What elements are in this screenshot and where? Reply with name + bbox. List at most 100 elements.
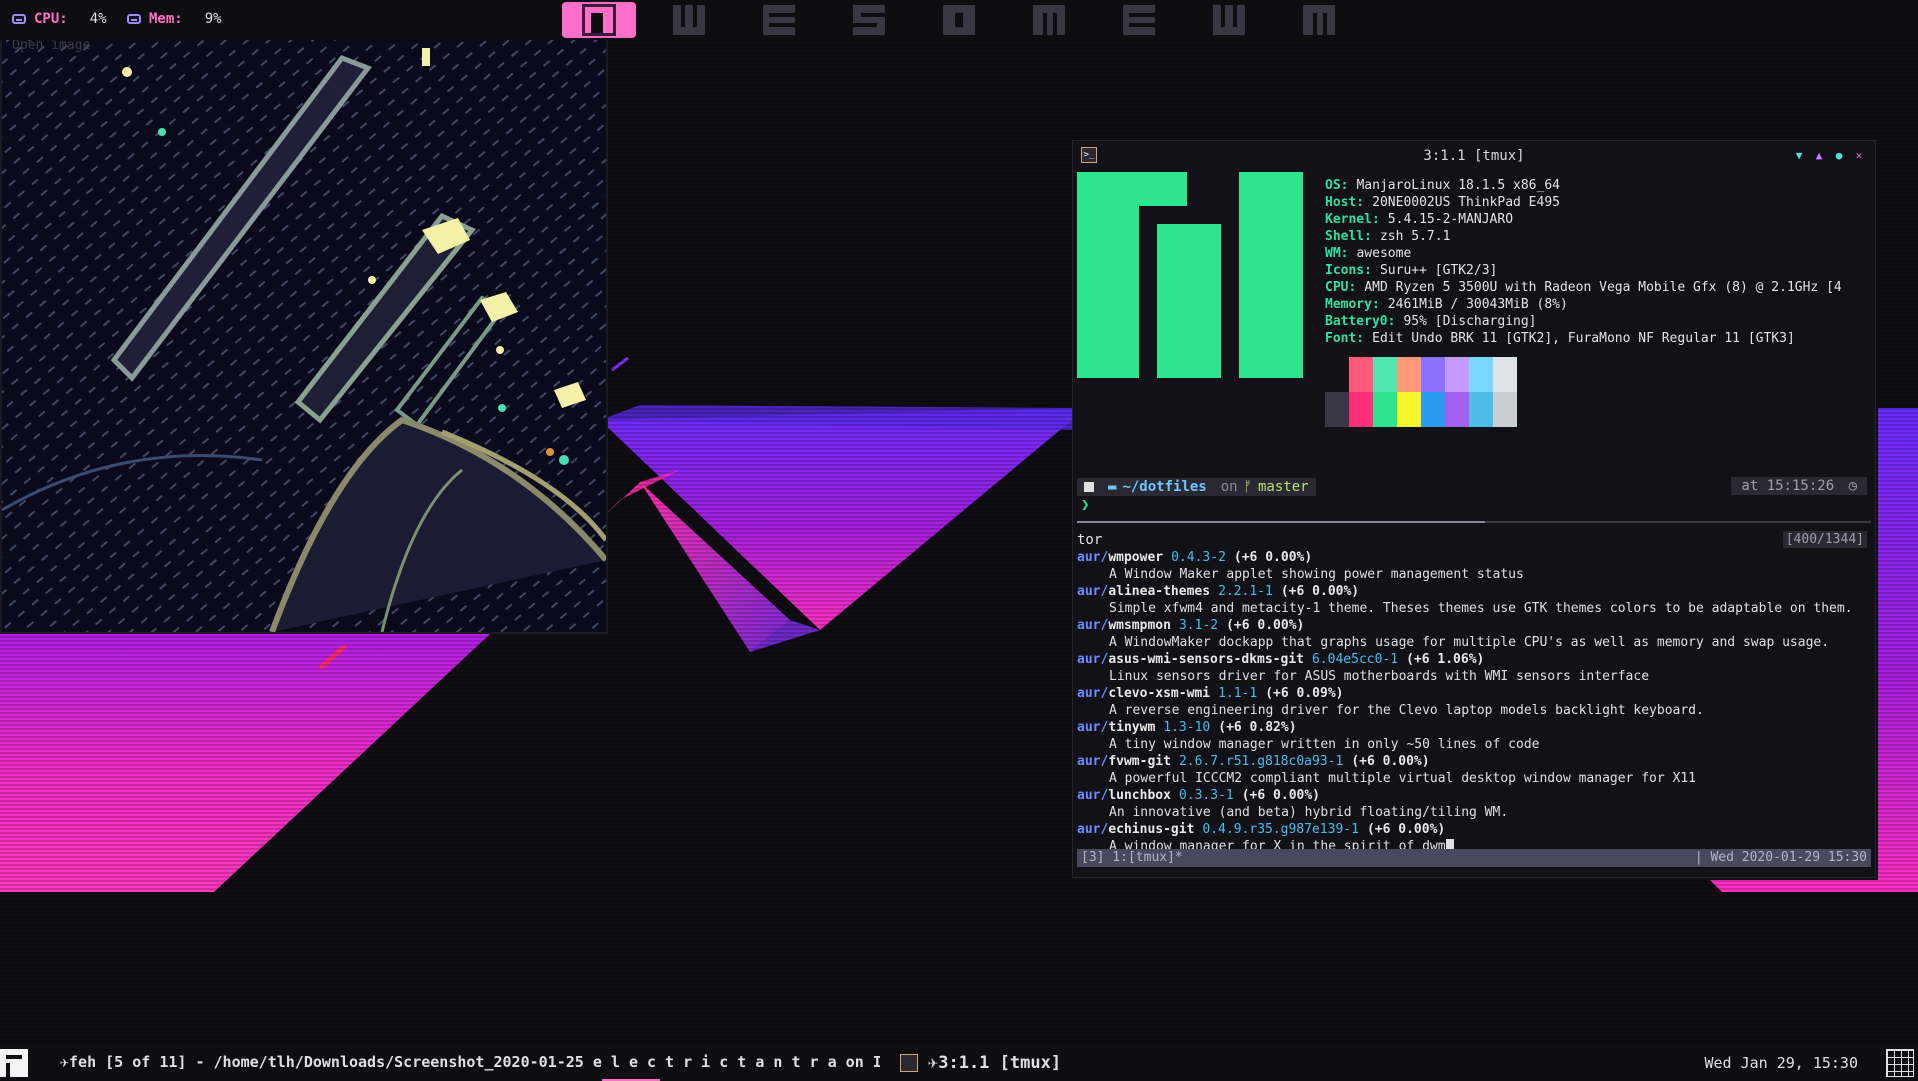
package-description: A WindowMaker dockapp that graphs usage … [1077, 634, 1867, 651]
tag-2[interactable] [652, 2, 726, 38]
tag-9[interactable] [1282, 2, 1356, 38]
minimize-icon[interactable]: ▼ [1793, 149, 1805, 162]
package-name: clevo-xsm-wmi [1108, 686, 1211, 701]
separator-progress [1077, 521, 1485, 523]
maximize-icon[interactable]: ▲ [1813, 149, 1825, 162]
package-name: tinywm [1108, 720, 1156, 735]
sysinfo-line: Icons: Suru++ [GTK2/3] [1325, 262, 1497, 279]
tag-1[interactable] [562, 2, 636, 38]
sysinfo-value: 95% [Discharging] [1403, 314, 1537, 329]
sysinfo-line: CPU: AMD Ryzen 5 3500U with Radeon Vega M… [1325, 279, 1842, 296]
prompt-on: on [1220, 479, 1238, 495]
prompt-dir-segment: ▬ ~/dotfiles [1101, 478, 1214, 496]
memory-widget[interactable]: Mem: 9% [127, 11, 222, 27]
package-votes: (+6 0.82%) [1218, 720, 1297, 735]
package-votes: (+6 0.00%) [1351, 754, 1430, 769]
tag-glyph-icon [582, 4, 616, 36]
launcher-icon[interactable] [0, 1049, 28, 1077]
taskbar-item-feh[interactable]: ✈feh [5 of 11] - /home/tlh/Downloads/Scr… [60, 1053, 880, 1071]
terminal-titlebar[interactable]: >_ 3:1.1 [tmux] ▼ ▲ ● ✕ [1073, 141, 1875, 171]
prompt-dir: ~/dotfiles [1122, 479, 1207, 495]
package-entry[interactable]: aur/alinea-themes 2.2.1-1 (+6 0.00%) [1077, 583, 1867, 600]
shell-prompt: ▬ ~/dotfiles on ᚠ master [1077, 477, 1316, 497]
palette-swatch [1493, 357, 1517, 392]
sysinfo-line: OS: ManjaroLinux 18.1.5 x86_64 [1325, 177, 1560, 194]
package-repo: aur/ [1077, 754, 1109, 769]
package-entry[interactable]: aur/wmsmpmon 3.1-2 (+6 0.00%) [1077, 617, 1867, 634]
package-version: 1.3-10 [1163, 720, 1211, 735]
tag-5[interactable] [922, 2, 996, 38]
image-viewer-window[interactable]: Open image [0, 38, 608, 634]
close-icon[interactable]: ✕ [1853, 149, 1865, 162]
cpu-label: CPU: [34, 11, 68, 27]
package-repo: aur/ [1077, 720, 1109, 735]
cpu-widget[interactable]: CPU: 4% [12, 11, 107, 27]
sysinfo-value: awesome [1356, 246, 1412, 261]
package-entry[interactable]: aur/lunchbox 0.3.3-1 (+6 0.00%) [1077, 787, 1867, 804]
package-entry[interactable]: aur/fvwm-git 2.6.7.r51.g818c0a93-1 (+6 0.0… [1077, 753, 1867, 770]
palette-swatch [1397, 392, 1421, 427]
tag-8[interactable] [1192, 2, 1266, 38]
sysinfo-value: Suru++ [GTK2/3] [1379, 263, 1498, 278]
palette-swatch [1325, 357, 1349, 392]
sysinfo-key: OS: [1325, 178, 1349, 193]
tag-4[interactable] [832, 2, 906, 38]
palette-swatch [1349, 392, 1373, 427]
package-description: Simple xfwm4 and metacity-1 theme. These… [1077, 600, 1867, 617]
memory-icon [127, 14, 141, 24]
tag-glyph-icon [853, 5, 885, 35]
taskbar-item-terminal[interactable]: ✈3:1.1 [tmux] [928, 1053, 1061, 1073]
package-name: echinus-git [1108, 822, 1195, 837]
package-description-text: A tiny window manager written in only ~5… [1109, 737, 1540, 752]
sysinfo-value: AMD Ryzen 5 3500U with Radeon Vega Mobil… [1364, 280, 1842, 295]
sysinfo-value: 5.4.15-2-MANJARO [1387, 212, 1514, 227]
manjaro-logo [1077, 172, 1303, 378]
package-votes: (+6 0.09%) [1265, 686, 1344, 701]
package-version: 2.6.7.r51.g818c0a93-1 [1178, 754, 1344, 769]
tag-3[interactable] [742, 2, 816, 38]
prompt-caret: ❯ [1081, 497, 1090, 513]
tag-6[interactable] [1012, 2, 1086, 38]
layout-grid-icon[interactable] [1886, 1049, 1914, 1077]
sysinfo-key: Font: [1325, 331, 1365, 346]
sysinfo-line: Shell: zsh 5.7.1 [1325, 228, 1450, 245]
sysinfo-line: Font: Edit Undo BRK 11 [GTK2], FuraMono N… [1325, 330, 1795, 347]
package-version: 2.2.1-1 [1218, 584, 1273, 599]
tmux-window-list[interactable]: [3] 1:[tmux]* [1081, 849, 1183, 867]
image-viewer-title: Open image [12, 38, 91, 53]
package-entry[interactable]: aur/asus-wmi-sensors-dkms-git 6.04e5cc0-1… [1077, 651, 1867, 668]
tag-7[interactable] [1102, 2, 1176, 38]
sysinfo-key: WM: [1325, 246, 1349, 261]
package-entry[interactable]: aur/tinywm 1.3-10 (+6 0.82%) [1077, 719, 1867, 736]
package-description-text: A Window Maker applet showing power mana… [1109, 567, 1524, 582]
prompt-os-segment [1077, 478, 1101, 496]
package-description-text: A powerful ICCCM2 compliant multiple vir… [1109, 771, 1696, 786]
package-votes: (+6 0.00%) [1366, 822, 1446, 837]
search-query[interactable]: tor [1077, 532, 1102, 548]
package-entry[interactable]: aur/wmpower 0.4.3-2 (+6 0.00%) [1077, 549, 1867, 566]
prompt-time-value: at 15:15:26 [1741, 478, 1835, 494]
terminal-title: 3:1.1 [tmux] [1423, 148, 1525, 164]
palette-swatch [1493, 392, 1517, 427]
prompt-time: at 15:15:26 ◷ [1731, 477, 1867, 495]
palette-swatch [1325, 392, 1349, 427]
package-votes: (+6 0.00%) [1280, 584, 1360, 599]
package-description: A tiny window manager written in only ~5… [1077, 736, 1867, 753]
package-name: wmsmpmon [1108, 618, 1171, 633]
sysinfo-line: Memory: 2461MiB / 30043MiB (8%) [1325, 296, 1568, 313]
package-name: asus-wmi-sensors-dkms-git [1108, 652, 1304, 667]
prompt-branch: master [1258, 479, 1309, 495]
sysinfo-line: WM: awesome [1325, 245, 1411, 262]
palette-swatch [1469, 357, 1493, 392]
package-entry[interactable]: aur/echinus-git 0.4.9.r35.g987e139-1 (+6 0… [1077, 821, 1867, 838]
palette-swatch [1373, 357, 1397, 392]
package-entry[interactable]: aur/clevo-xsm-wmi 1.1-1 (+6 0.09%) [1077, 685, 1867, 702]
tag-glyph-icon [1213, 5, 1245, 35]
viewer-image [2, 40, 606, 632]
clock[interactable]: Wed Jan 29, 15:30 [1704, 1054, 1858, 1072]
float-icon[interactable]: ● [1833, 149, 1845, 162]
palette-swatch [1397, 357, 1421, 392]
sysinfo-key: Memory: [1325, 297, 1380, 312]
terminal-window[interactable]: >_ 3:1.1 [tmux] ▼ ▲ ● ✕ OS: ManjaroLinux … [1072, 140, 1876, 878]
package-version: 6.04e5cc0-1 [1311, 652, 1399, 667]
